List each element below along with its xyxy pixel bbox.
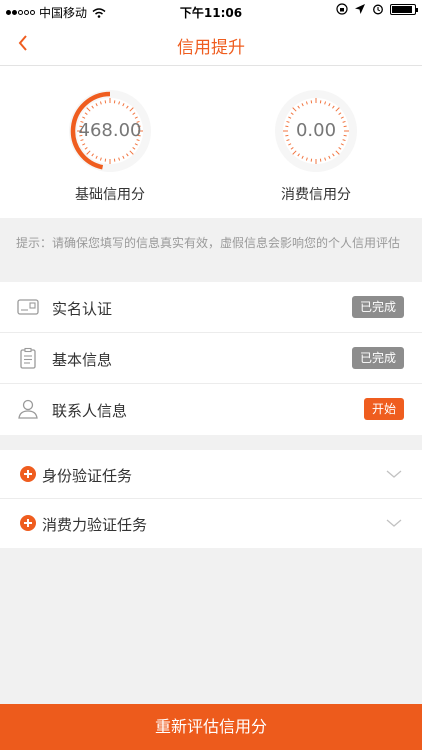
plus-icon <box>20 466 36 482</box>
clipboard-icon <box>20 347 36 369</box>
task-spending-power[interactable]: 消费力验证任务 <box>0 499 422 548</box>
chevron-down-icon[interactable] <box>386 466 402 482</box>
basic-score-label: 基础信用分 <box>75 187 145 203</box>
page-title: 信用提升 <box>177 38 245 58</box>
basic-score-value: 468.00 <box>78 120 142 141</box>
task-identity[interactable]: 身份验证任务 <box>0 450 422 499</box>
location-icon <box>355 4 365 14</box>
task-list: 身份验证任务 消费力验证任务 <box>0 450 422 548</box>
nav-bar: 信用提升 <box>0 22 422 66</box>
basic-score-gauge: 468.00 <box>65 86 155 176</box>
list-item-label: 基本信息 <box>52 351 113 369</box>
rotation-lock-icon <box>336 3 348 15</box>
person-icon <box>18 399 38 419</box>
list-item-contacts[interactable]: 联系人信息 开始 <box>0 384 422 435</box>
reevaluate-button[interactable]: 重新评估信用分 <box>0 704 422 750</box>
id-card-icon <box>17 299 39 315</box>
list-item-basic-info[interactable]: 基本信息 已完成 <box>0 333 422 384</box>
status-badge[interactable]: 已完成 <box>351 296 404 318</box>
chevron-down-icon[interactable] <box>386 515 402 531</box>
task-label: 消费力验证任务 <box>42 516 148 534</box>
status-bar: 中国移动 下午11:06 <box>0 0 422 22</box>
consume-score-label: 消费信用分 <box>281 187 351 203</box>
plus-icon <box>20 515 36 531</box>
list-item-real-name[interactable]: 实名认证 已完成 <box>0 282 422 333</box>
score-panel: 468.00 基础信用分 0.00 消费信用分 <box>0 66 422 218</box>
start-button[interactable]: 开始 <box>363 398 404 420</box>
alarm-icon <box>373 4 383 15</box>
consume-score-value: 0.00 <box>295 120 337 141</box>
battery-icon <box>390 3 418 15</box>
status-badge[interactable]: 已完成 <box>351 347 404 369</box>
list-item-label: 实名认证 <box>52 300 113 318</box>
list-item-label: 联系人信息 <box>52 402 128 420</box>
consume-score-gauge: 0.00 <box>271 86 361 176</box>
verification-list: 实名认证 已完成 基本信息 已完成 联系人信息 开始 <box>0 282 422 435</box>
tip-text: 提示：请确保您填写的信息真实有效，虚假信息会影响您的个人信用评估 <box>16 236 401 250</box>
task-label: 身份验证任务 <box>42 467 133 485</box>
status-right <box>336 3 418 15</box>
